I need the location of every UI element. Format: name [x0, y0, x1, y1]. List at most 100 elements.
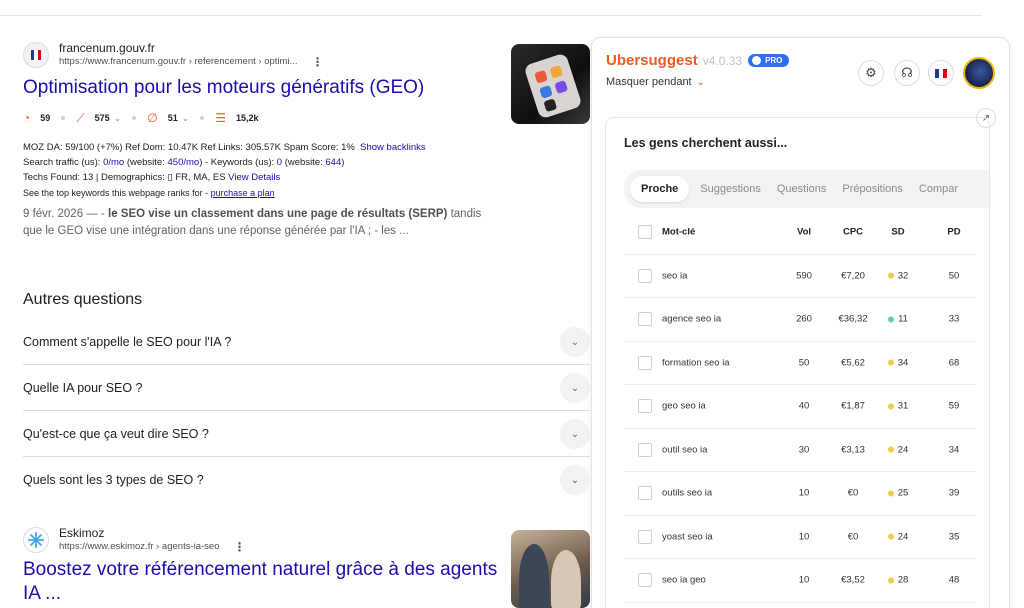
col-keyword[interactable]: Mot-clé — [662, 227, 695, 238]
table-row[interactable]: outils seo ia 10 €0 25 39 — [624, 472, 976, 516]
pro-badge: PRO — [748, 54, 790, 67]
more-options-icon[interactable]: ⋮ — [311, 55, 323, 69]
cpc-cell: €7,20 — [841, 270, 865, 282]
tab-prepositions[interactable]: Prépositions — [834, 176, 911, 202]
volume-cell: 10 — [798, 531, 810, 543]
row-checkbox[interactable] — [638, 573, 652, 588]
volume-cell: 40 — [798, 400, 810, 412]
metric-words[interactable]: ☰ 15,2k — [215, 111, 258, 125]
more-options-icon[interactable]: ⋮ — [234, 540, 246, 554]
result-snippet: 9 févr. 2026 — - le SEO vise un classeme… — [23, 208, 482, 237]
volume-cell: 590 — [796, 270, 812, 282]
tab-comparaisons[interactable]: Compar — [911, 176, 966, 202]
chevron-down-icon: ⌄ — [696, 76, 706, 88]
col-cpc[interactable]: CPC — [831, 227, 875, 238]
paa-item[interactable]: Quels sont les 3 types de SEO ? ⌄ — [23, 457, 590, 503]
metric-authority[interactable]: ◔ 59 — [23, 111, 50, 125]
metric-traffic[interactable]: ⟋ 575 ⌄ — [76, 111, 121, 126]
paa-item[interactable]: Comment s'appelle le SEO pour l'IA ? ⌄ — [23, 319, 590, 365]
settings-gear-icon[interactable]: ⚙ — [858, 60, 884, 86]
search-result-eskimoz: Eskimoz https://www.eskimoz.fr › agents-… — [23, 525, 503, 606]
pd-cell: 33 — [948, 313, 960, 325]
paa-item[interactable]: Qu'est-ce que ça veut dire SEO ? ⌄ — [23, 411, 590, 457]
volume-cell: 50 — [798, 357, 810, 369]
keyword-cell: seo ia geo — [662, 574, 706, 586]
chart-icon: ⟋ — [76, 110, 85, 125]
difficulty-dot-icon — [887, 577, 894, 584]
select-all-checkbox[interactable] — [638, 225, 652, 240]
volume-cell: 10 — [798, 487, 810, 499]
sd-cell: 24 — [876, 444, 920, 455]
pd-cell: 50 — [948, 270, 960, 282]
top-divider — [0, 15, 982, 16]
col-vol[interactable]: Vol — [784, 227, 824, 238]
chevron-down-icon[interactable]: ⌄ — [560, 373, 590, 403]
ubersuggest-logo: Ubersuggest — [606, 52, 698, 69]
cpc-cell: €3,13 — [841, 444, 865, 456]
table-row[interactable]: formation seo ia 50 €5,62 34 68 — [624, 342, 976, 385]
pro-dot-icon — [752, 56, 762, 65]
tab-questions[interactable]: Questions — [769, 176, 835, 202]
keyword-cell: seo ia — [662, 270, 688, 282]
search-result-francenum: francenum.gouv.fr https://www.francenum.… — [23, 40, 583, 240]
eskimoz-favicon-icon — [23, 527, 49, 553]
result-title-link[interactable]: Boostez votre référencement naturel grâc… — [23, 558, 503, 606]
result-site-row[interactable]: Eskimoz https://www.eskimoz.fr › agents-… — [23, 525, 503, 555]
ubersuggest-brand: Ubersuggest v4.0.33 PRO — [606, 52, 790, 69]
table-row[interactable]: seo ia geo 10 €3,52 28 48 — [624, 559, 976, 603]
seo-metrics-bar: ◔ 59 ⟋ 575 ⌄ ∅ 51 ⌄ ☰ 15,2k — [23, 110, 583, 126]
table-row[interactable]: geo seo ia 40 €1,87 31 59 — [624, 385, 976, 429]
pd-cell: 35 — [948, 531, 960, 543]
col-sd[interactable]: SD — [876, 227, 920, 238]
support-headset-icon[interactable]: ☊ — [894, 60, 920, 86]
moz-stats: MOZ DA: 59/100 (+7%) Ref Dom: 10.47K Ref… — [23, 142, 426, 183]
table-row[interactable]: yoast seo ia 10 €0 24 35 — [624, 516, 976, 559]
difficulty-dot-icon — [887, 272, 894, 279]
difficulty-dot-icon — [887, 490, 894, 497]
row-checkbox[interactable] — [638, 529, 652, 544]
tab-suggestions[interactable]: Suggestions — [692, 176, 769, 202]
keyword-cell: agence seo ia — [662, 313, 722, 325]
difficulty-dot-icon — [887, 446, 894, 453]
card-title: Les gens cherchent aussi... — [624, 136, 788, 150]
table-row[interactable]: agence seo ia 260 €36,32 11 33 — [624, 298, 976, 342]
hide-dropdown[interactable]: Masquer pendant ⌄ — [606, 76, 789, 88]
result-thumbnail-phone[interactable] — [511, 44, 590, 124]
cpc-cell: €5,62 — [841, 357, 865, 369]
sd-cell: 28 — [876, 575, 920, 586]
link-icon: ∅ — [147, 111, 158, 125]
chevron-down-icon[interactable]: ⌄ — [560, 419, 590, 449]
chevron-down-icon[interactable]: ⌄ — [560, 465, 590, 495]
volume-cell: 260 — [796, 313, 812, 325]
keyword-cell: outils seo ia — [662, 487, 713, 499]
paa-item[interactable]: Quelle IA pour SEO ? ⌄ — [23, 365, 590, 411]
cpc-cell: €0 — [847, 487, 859, 499]
tab-proche[interactable]: Proche — [630, 176, 690, 202]
row-checkbox[interactable] — [638, 312, 652, 327]
col-pd[interactable]: PD — [934, 227, 974, 238]
row-checkbox[interactable] — [638, 355, 652, 370]
result-site-name: Eskimoz — [59, 526, 105, 540]
show-backlinks-link[interactable]: Show backlinks — [360, 142, 425, 153]
row-checkbox[interactable] — [638, 399, 652, 414]
result-title-link[interactable]: Optimisation pour les moteurs génératifs… — [23, 76, 583, 100]
table-row[interactable]: seo ia 590 €7,20 32 50 — [624, 255, 976, 298]
gauge-icon: ◔ — [23, 111, 31, 125]
keyword-tabs: Proche Suggestions Questions Préposition… — [624, 170, 989, 208]
language-flag-icon[interactable] — [928, 60, 954, 86]
user-avatar[interactable] — [963, 57, 995, 89]
chevron-down-icon[interactable]: ⌄ — [560, 327, 590, 357]
purchase-plan-link[interactable]: purchase a plan — [211, 188, 275, 198]
row-checkbox[interactable] — [638, 486, 652, 501]
version-label: v4.0.33 — [702, 53, 743, 68]
pd-cell: 48 — [948, 574, 960, 586]
view-details-link[interactable]: View Details — [228, 172, 280, 183]
sd-cell: 25 — [876, 488, 920, 499]
table-row[interactable]: outil seo ia 30 €3,13 24 34 — [624, 429, 976, 472]
keyword-cell: yoast seo ia — [662, 531, 713, 543]
result-thumbnail-people[interactable] — [511, 530, 590, 608]
row-checkbox[interactable] — [638, 268, 652, 283]
result-site-row[interactable]: francenum.gouv.fr https://www.francenum.… — [23, 40, 583, 70]
row-checkbox[interactable] — [638, 442, 652, 457]
metric-links[interactable]: ∅ 51 ⌄ — [147, 111, 189, 125]
